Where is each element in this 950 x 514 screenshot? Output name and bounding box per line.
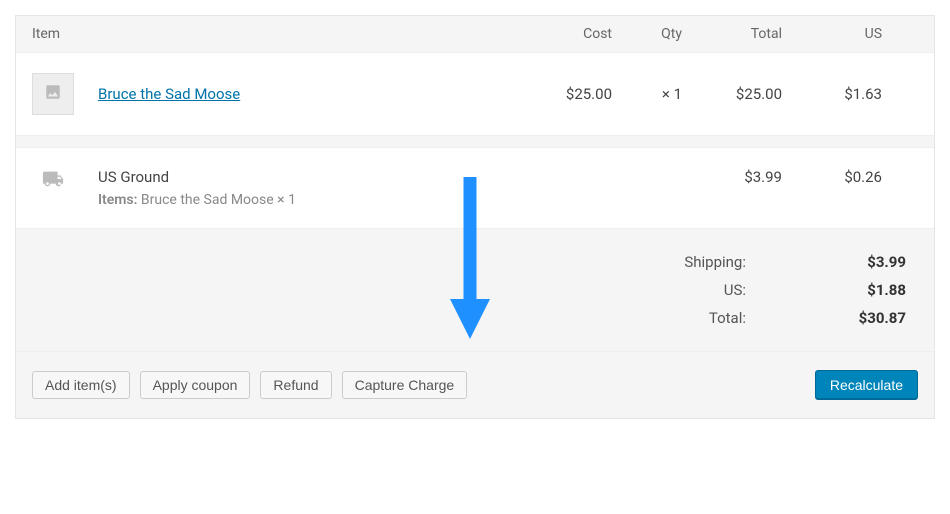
apply-coupon-button[interactable]: Apply coupon (140, 371, 251, 399)
header-item: Item (32, 26, 532, 42)
add-items-button[interactable]: Add item(s) (32, 371, 130, 399)
totals-shipping-label: Shipping: (684, 253, 746, 271)
shipping-items: Items: Bruce the Sad Moose × 1 (98, 192, 296, 208)
row-divider (16, 136, 934, 148)
order-items-panel: Item Cost Qty Total US Bruce the Sad Moo… (15, 15, 935, 419)
header-tax: US (782, 26, 882, 42)
product-thumbnail[interactable] (32, 73, 74, 115)
product-tax: $1.63 (782, 85, 882, 103)
product-row: Bruce the Sad Moose $25.00 × 1 $25.00 $1… (16, 53, 934, 136)
table-header: Item Cost Qty Total US (16, 16, 934, 53)
totals-shipping: Shipping: $3.99 (32, 253, 906, 271)
header-cost: Cost (532, 26, 612, 42)
totals-total: Total: $30.87 (32, 309, 906, 327)
header-total: Total (682, 26, 782, 42)
product-cost: $25.00 (532, 85, 612, 103)
shipping-total: $3.99 (682, 168, 782, 186)
product-qty: × 1 (612, 85, 682, 103)
totals-tax-label: US: (724, 281, 746, 299)
totals-total-value: $30.87 (836, 309, 906, 327)
product-link[interactable]: Bruce the Sad Moose (98, 85, 240, 103)
header-qty: Qty (612, 26, 682, 42)
actions-bar: Add item(s) Apply coupon Refund Capture … (16, 352, 934, 418)
totals-shipping-value: $3.99 (836, 253, 906, 271)
shipping-tax: $0.26 (782, 168, 882, 186)
shipping-row: US Ground Items: Bruce the Sad Moose × 1… (16, 148, 934, 229)
recalculate-button[interactable]: Recalculate (815, 370, 918, 400)
product-total: $25.00 (682, 85, 782, 103)
truck-icon (32, 168, 74, 190)
image-placeholder-icon (44, 83, 62, 105)
refund-button[interactable]: Refund (260, 371, 331, 399)
shipping-items-label: Items: (98, 192, 137, 208)
totals-tax: US: $1.88 (32, 281, 906, 299)
capture-charge-button[interactable]: Capture Charge (342, 371, 468, 399)
totals-section: Shipping: $3.99 US: $1.88 Total: $30.87 (16, 229, 934, 352)
totals-tax-value: $1.88 (836, 281, 906, 299)
shipping-items-text: Bruce the Sad Moose × 1 (141, 192, 296, 208)
shipping-method-name: US Ground (98, 168, 296, 186)
totals-total-label: Total: (709, 309, 746, 327)
